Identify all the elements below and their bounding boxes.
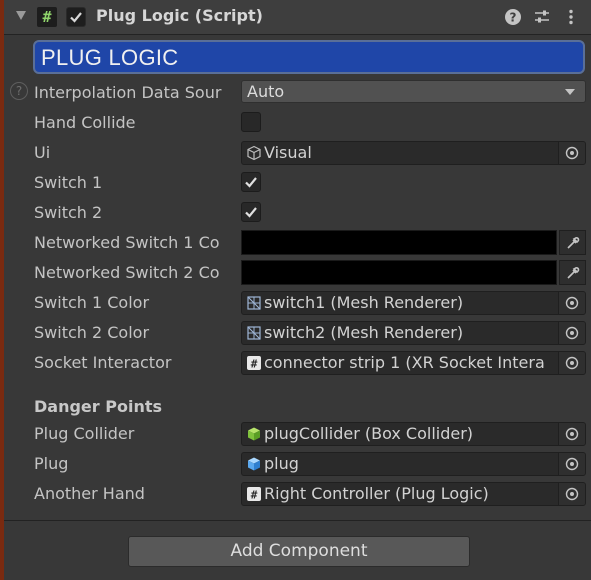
danger-points-heading: Danger Points: [34, 397, 162, 416]
switch2-color-value: switch2 (Mesh Renderer): [264, 323, 464, 342]
object-picker-button[interactable]: [558, 142, 585, 164]
dropdown-arrow-icon: [565, 89, 575, 95]
eyedropper-button[interactable]: [559, 260, 586, 285]
socket-interactor-row: Socket Interactor # connector strip 1 (X…: [4, 348, 591, 378]
interpolation-label: Interpolation Data Sour: [34, 83, 222, 102]
hand-collide-label: Hand Collide: [34, 113, 136, 132]
checkmark-icon: [245, 177, 257, 188]
plug-collider-object-field[interactable]: plugCollider (Box Collider): [241, 422, 586, 446]
banner-title: PLUG LOGIC: [41, 45, 179, 70]
networked-switch2-row: Networked Switch 2 Co: [4, 258, 591, 288]
socket-interactor-object-field[interactable]: # connector strip 1 (XR Socket Intera: [241, 351, 586, 375]
plug-row: Plug plug: [4, 449, 591, 479]
switch1-color-value: switch1 (Mesh Renderer): [264, 293, 464, 312]
plug-object-field[interactable]: plug: [241, 452, 586, 476]
plug-value: plug: [264, 454, 299, 473]
another-hand-label: Another Hand: [34, 484, 145, 503]
presets-icon[interactable]: [533, 8, 551, 26]
component-header[interactable]: # Plug Logic (Script) ?: [4, 0, 591, 35]
ui-value: Visual: [264, 143, 312, 162]
target-icon: [565, 457, 579, 471]
another-hand-row: Another Hand # Right Controller (Plug Lo…: [4, 479, 591, 509]
help-icon[interactable]: ?: [504, 8, 522, 26]
ui-label: Ui: [34, 143, 51, 162]
switch1-checkbox[interactable]: [241, 172, 261, 192]
switch1-label: Switch 1: [34, 173, 103, 192]
script-icon: #: [247, 356, 261, 371]
switch1-color-object-field[interactable]: switch1 (Mesh Renderer): [241, 291, 586, 315]
target-icon: [565, 356, 579, 370]
add-component-button[interactable]: Add Component: [128, 536, 470, 567]
component-title: Plug Logic (Script): [96, 6, 263, 25]
ui-object-field[interactable]: Visual: [241, 141, 586, 165]
hand-collide-checkbox[interactable]: [241, 112, 261, 132]
networked-switch1-label: Networked Switch 1 Co: [34, 233, 220, 252]
color-swatch[interactable]: [241, 230, 557, 255]
mesh-renderer-icon: [247, 326, 261, 340]
networked-switch1-color-field[interactable]: [241, 230, 586, 255]
box-collider-icon: [248, 427, 260, 441]
switch1-row: Switch 1: [4, 168, 591, 198]
object-picker-button[interactable]: [558, 292, 585, 314]
object-picker-button[interactable]: [558, 423, 585, 445]
svg-text:#: #: [251, 358, 258, 371]
switch2-color-label: Switch 2 Color: [34, 323, 150, 342]
separator: [4, 520, 591, 521]
svg-text:#: #: [251, 489, 258, 502]
plug-label: Plug: [34, 454, 69, 473]
hand-collide-row: Hand Collide: [4, 108, 591, 138]
plug-collider-value: plugCollider (Box Collider): [264, 424, 474, 443]
target-icon: [565, 427, 579, 441]
checkmark-icon: [245, 207, 257, 218]
networked-switch1-row: Networked Switch 1 Co: [4, 228, 591, 258]
eyedropper-icon: [567, 267, 580, 279]
component-inspector: # Plug Logic (Script) ? PLUG LOGIC ? Int…: [4, 0, 591, 580]
target-icon: [565, 326, 579, 340]
object-picker-button[interactable]: [558, 483, 585, 505]
prefab-cube-icon: [248, 457, 260, 471]
switch2-label: Switch 2: [34, 203, 103, 222]
component-enabled-checkbox[interactable]: [66, 7, 86, 27]
switch1-color-row: Switch 1 Color switch1 (Mesh Renderer): [4, 288, 591, 318]
switch2-color-object-field[interactable]: switch2 (Mesh Renderer): [241, 321, 586, 345]
switch2-row: Switch 2: [4, 198, 591, 228]
networked-switch2-color-field[interactable]: [241, 260, 586, 285]
plug-logic-banner: PLUG LOGIC: [33, 40, 585, 74]
plug-collider-row: Plug Collider plugCollider (Box Collider…: [4, 419, 591, 449]
socket-interactor-label: Socket Interactor: [34, 353, 172, 372]
script-icon: #: [247, 487, 261, 502]
interpolation-value: Auto: [247, 82, 285, 101]
danger-points-header: Danger Points: [4, 392, 591, 422]
object-picker-button[interactable]: [558, 322, 585, 344]
foldout-arrow-icon[interactable]: [16, 11, 26, 20]
plug-collider-label: Plug Collider: [34, 424, 135, 443]
switch1-color-label: Switch 1 Color: [34, 293, 150, 312]
cube-outline-icon: [247, 145, 261, 161]
csharp-script-icon: #: [37, 7, 57, 27]
socket-interactor-value: connector strip 1 (XR Socket Intera: [264, 353, 545, 372]
object-picker-button[interactable]: [558, 352, 585, 374]
kebab-menu-icon[interactable]: [562, 8, 580, 26]
target-icon: [565, 487, 579, 501]
switch2-color-row: Switch 2 Color switch2 (Mesh Renderer): [4, 318, 591, 348]
target-icon: [565, 146, 579, 160]
eyedropper-button[interactable]: [559, 230, 586, 255]
interpolation-row: Interpolation Data Sour Auto: [4, 78, 591, 108]
another-hand-value: Right Controller (Plug Logic): [264, 484, 489, 503]
svg-text:?: ?: [510, 11, 517, 25]
ui-row: Ui Visual: [4, 138, 591, 168]
object-picker-button[interactable]: [558, 453, 585, 475]
another-hand-object-field[interactable]: # Right Controller (Plug Logic): [241, 482, 586, 506]
mesh-renderer-icon: [247, 296, 261, 310]
interpolation-dropdown[interactable]: Auto: [241, 80, 586, 103]
switch2-checkbox[interactable]: [241, 202, 261, 222]
color-swatch[interactable]: [241, 260, 557, 285]
eyedropper-icon: [567, 237, 580, 249]
target-icon: [565, 296, 579, 310]
networked-switch2-label: Networked Switch 2 Co: [34, 263, 220, 282]
